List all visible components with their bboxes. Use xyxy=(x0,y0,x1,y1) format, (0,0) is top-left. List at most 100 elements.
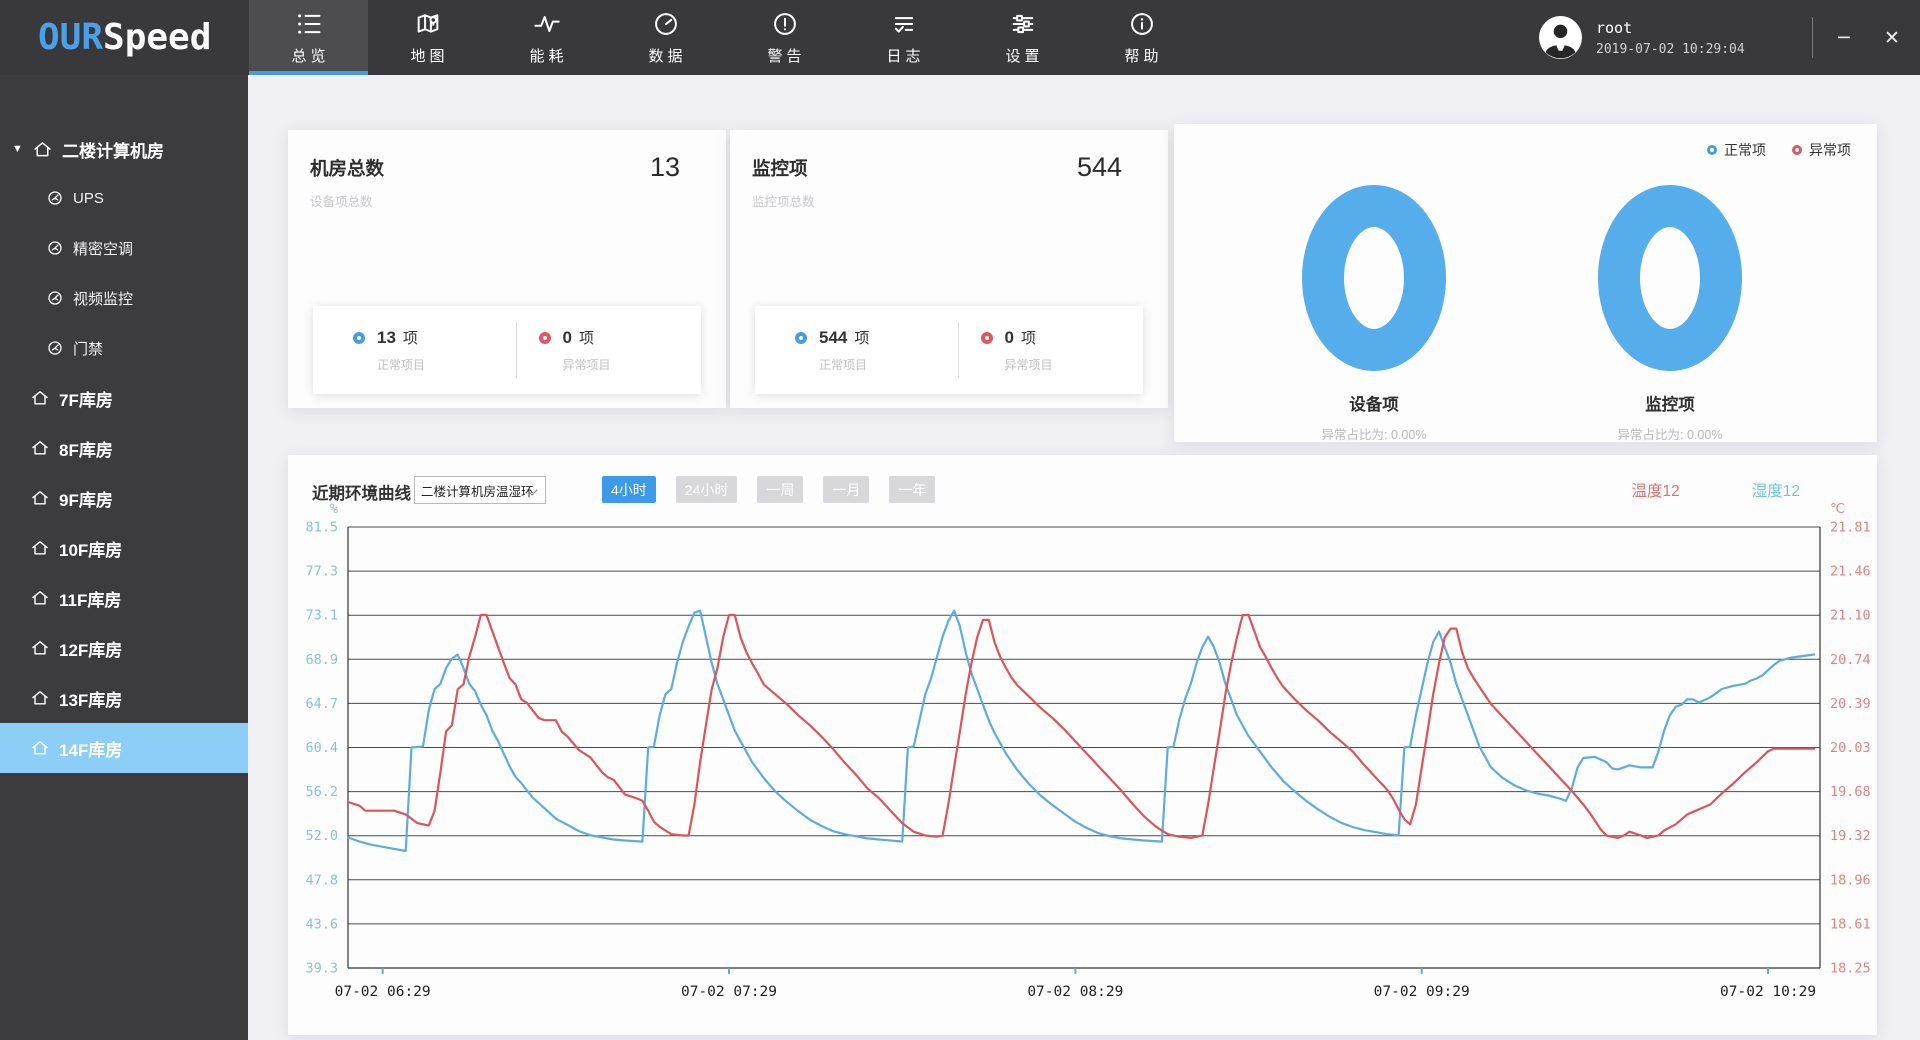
dial-icon xyxy=(46,339,64,357)
y-left-tick: 56.2 xyxy=(305,784,338,800)
tab-settings[interactable]: 设置 xyxy=(963,0,1082,75)
normal-ring-icon xyxy=(1707,145,1717,155)
y-left-tick: 68.9 xyxy=(305,652,338,668)
y-right-tick: 20.74 xyxy=(1830,652,1871,668)
tab-alert[interactable]: 警告 xyxy=(725,0,844,75)
y-right-tick: 21.81 xyxy=(1830,520,1871,536)
tab-log[interactable]: 日志 xyxy=(844,0,963,75)
legend-label: 正常项 xyxy=(1724,140,1766,160)
home-icon xyxy=(30,388,50,408)
y-left-tick: 81.5 xyxy=(305,520,338,536)
home-icon xyxy=(30,638,50,658)
x-tick-label: 07-02 09:29 xyxy=(1374,984,1470,1000)
close-button[interactable]: ✕ xyxy=(1872,0,1912,75)
stat-count: 0 xyxy=(563,328,572,348)
y-left-unit: % xyxy=(330,501,338,517)
user-block[interactable]: root 2019-07-02 10:29:04 xyxy=(1538,15,1745,60)
log-icon xyxy=(890,10,918,38)
humidity-line xyxy=(348,611,1814,851)
sidebar-item-ups[interactable]: UPS xyxy=(0,173,248,223)
sidebar-group-room-2f[interactable]: ▼ 二楼计算机房 xyxy=(0,125,248,173)
summary-card-monitor-items: 监控项监控项总数544544项正常项目0项异常项目 xyxy=(730,130,1168,408)
home-icon xyxy=(30,438,50,458)
y-left-tick: 60.4 xyxy=(305,740,338,756)
stat-label: 正常项目 xyxy=(819,356,869,373)
sidebar-item-label: 视频监控 xyxy=(73,288,133,309)
sidebar-item-precision-ac[interactable]: 精密空调 xyxy=(0,223,248,273)
normal-ring-icon xyxy=(795,332,807,344)
sidebar-item-label: 13F库房 xyxy=(59,686,122,711)
stat-label: 异常项目 xyxy=(563,356,611,373)
sidebar-item-7f[interactable]: 7F库房 xyxy=(0,373,248,423)
x-tick-label: 07-02 06:29 xyxy=(335,984,431,1000)
y-left-tick: 64.7 xyxy=(305,696,338,712)
sidebar-item-10f[interactable]: 10F库房 xyxy=(0,523,248,573)
home-icon xyxy=(30,738,50,758)
sidebar-group-label: 二楼计算机房 xyxy=(62,137,164,162)
top-nav: 总览 地图能耗 数据 警告日志 设置 帮助 xyxy=(249,0,1201,75)
card-subtitle: 设备项总数 xyxy=(310,191,726,210)
device-donut-ring xyxy=(1264,182,1484,379)
tab-label: 设置 xyxy=(1001,45,1043,66)
monitor-donut: 监控项异常占比为: 0.00% xyxy=(1560,182,1780,443)
tab-label: 日志 xyxy=(882,45,924,66)
sidebar-item-door-access[interactable]: 门禁 xyxy=(0,323,248,373)
y-right-tick: 21.10 xyxy=(1830,608,1871,624)
stat-unit: 项 xyxy=(579,327,594,348)
y-right-tick: 19.68 xyxy=(1830,784,1871,800)
card-value: 544 xyxy=(1077,152,1122,183)
donut-label: 设备项 xyxy=(1264,391,1484,415)
normal-stat: 544项正常项目 xyxy=(755,327,958,373)
dial-icon xyxy=(46,239,64,257)
sidebar-item-12f[interactable]: 12F库房 xyxy=(0,623,248,673)
donut-label: 监控项 xyxy=(1560,391,1780,415)
normal-stat: 13项正常项目 xyxy=(313,327,516,373)
y-right-tick: 18.96 xyxy=(1830,872,1871,888)
sidebar-item-13f[interactable]: 13F库房 xyxy=(0,673,248,723)
tab-help[interactable]: 帮助 xyxy=(1082,0,1201,75)
sidebar-item-11f[interactable]: 11F库房 xyxy=(0,573,248,623)
y-left-tick: 47.8 xyxy=(305,872,338,888)
y-left-tick: 73.1 xyxy=(305,608,338,624)
sidebar-item-14f[interactable]: 14F库房 xyxy=(0,723,248,773)
tab-map[interactable]: 地图 xyxy=(368,0,487,75)
tab-data[interactable]: 数据 xyxy=(606,0,725,75)
abnormal-ring-icon xyxy=(539,332,551,344)
legend-item-normal[interactable]: 正常项 xyxy=(1707,140,1766,160)
triangle-down-icon: ▼ xyxy=(12,143,24,155)
abnormal-stat: 0项异常项目 xyxy=(959,327,1144,373)
sidebar-item-9f[interactable]: 9F库房 xyxy=(0,473,248,523)
stat-texts: 0项异常项目 xyxy=(563,327,611,373)
tab-overview[interactable]: 总览 xyxy=(249,0,368,75)
tab-label: 帮助 xyxy=(1120,45,1162,66)
donut-panel: 正常项 异常项 设备项异常占比为: 0.00% 监控项异常占比为: 0.00% xyxy=(1174,124,1877,442)
device-donut: 设备项异常占比为: 0.00% xyxy=(1264,182,1484,443)
list-icon xyxy=(295,10,323,38)
tab-label: 总览 xyxy=(287,45,329,66)
sidebar-item-label: 精密空调 xyxy=(73,238,133,259)
sidebar-item-video-monitoring[interactable]: 视频监控 xyxy=(0,273,248,323)
stat-count-line: 0项 xyxy=(1005,327,1053,348)
legend-item-abnormal[interactable]: 异常项 xyxy=(1792,140,1851,160)
stat-texts: 13项正常项目 xyxy=(377,327,425,373)
summary-card-rooms-total: 机房总数设备项总数1313项正常项目0项异常项目 xyxy=(288,130,726,408)
sidebar-item-label: 7F库房 xyxy=(59,386,113,411)
abnormal-stat: 0项异常项目 xyxy=(517,327,702,373)
y-right-tick: 21.46 xyxy=(1830,564,1871,580)
stat-count: 0 xyxy=(1005,328,1014,348)
tab-energy[interactable]: 能耗 xyxy=(487,0,606,75)
sidebar-item-8f[interactable]: 8F库房 xyxy=(0,423,248,473)
tab-label: 能耗 xyxy=(525,45,567,66)
y-left-tick: 52.0 xyxy=(305,828,338,844)
monitor-donut-ring xyxy=(1560,182,1780,379)
home-icon xyxy=(30,588,50,608)
abnormal-ring-icon xyxy=(1792,145,1802,155)
user-name: root xyxy=(1596,19,1745,37)
abnormal-ring-icon xyxy=(981,332,993,344)
info-icon xyxy=(1128,10,1156,38)
minimize-button[interactable]: ─ xyxy=(1824,0,1864,75)
gauge-icon xyxy=(652,10,680,38)
tab-label: 数据 xyxy=(644,45,686,66)
home-icon xyxy=(30,538,50,558)
y-left-tick: 77.3 xyxy=(305,564,338,580)
